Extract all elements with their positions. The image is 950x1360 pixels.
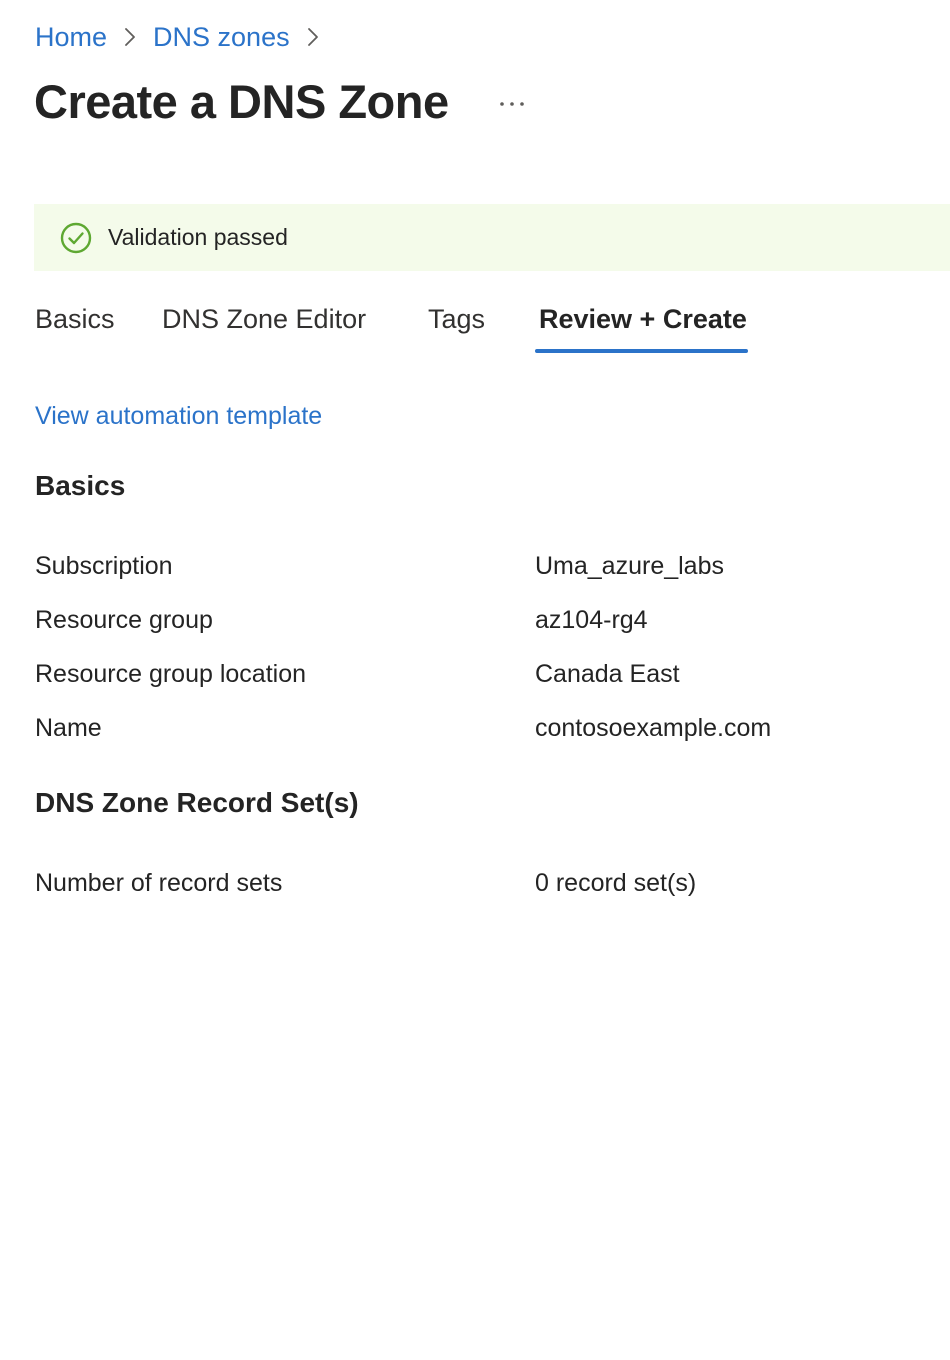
validation-message: Validation passed xyxy=(108,224,288,250)
tab-dns-zone-editor[interactable]: DNS Zone Editor xyxy=(162,300,366,338)
subscription-label: Subscription xyxy=(35,552,173,580)
resource-group-location-label: Resource group location xyxy=(35,660,306,688)
breadcrumb-home-link[interactable]: Home xyxy=(35,22,107,53)
resource-group-value: az104-rg4 xyxy=(535,606,648,634)
name-value: contosoexample.com xyxy=(535,714,772,742)
validation-banner: Validation passed xyxy=(34,204,950,271)
tab-review-create[interactable]: Review + Create xyxy=(539,300,747,338)
active-tab-indicator xyxy=(535,349,748,353)
chevron-right-icon xyxy=(290,18,336,56)
create-dns-zone-page: Home DNS zones Create a DNS Zone Validat… xyxy=(0,0,950,1360)
page-title: Create a DNS Zone xyxy=(34,75,449,128)
name-label: Name xyxy=(35,714,102,742)
breadcrumb: Home DNS zones xyxy=(35,18,336,56)
resource-group-label: Resource group xyxy=(35,606,213,634)
check-circle-icon xyxy=(60,222,92,254)
ellipsis-icon xyxy=(500,102,524,106)
subscription-value: Uma_azure_labs xyxy=(535,552,724,580)
breadcrumb-dns-zones-link[interactable]: DNS zones xyxy=(153,22,290,53)
tab-tags[interactable]: Tags xyxy=(428,300,485,338)
tab-basics[interactable]: Basics xyxy=(35,300,115,338)
record-set-count-value: 0 record set(s) xyxy=(535,869,697,897)
basics-section-title: Basics xyxy=(35,470,126,501)
record-set-count-label: Number of record sets xyxy=(35,869,283,897)
chevron-right-icon xyxy=(107,18,153,56)
record-sets-section-title: DNS Zone Record Set(s) xyxy=(35,787,359,818)
view-automation-template-link[interactable]: View automation template xyxy=(35,402,322,431)
more-options-button[interactable] xyxy=(492,86,532,122)
resource-group-location-value: Canada East xyxy=(535,660,680,688)
